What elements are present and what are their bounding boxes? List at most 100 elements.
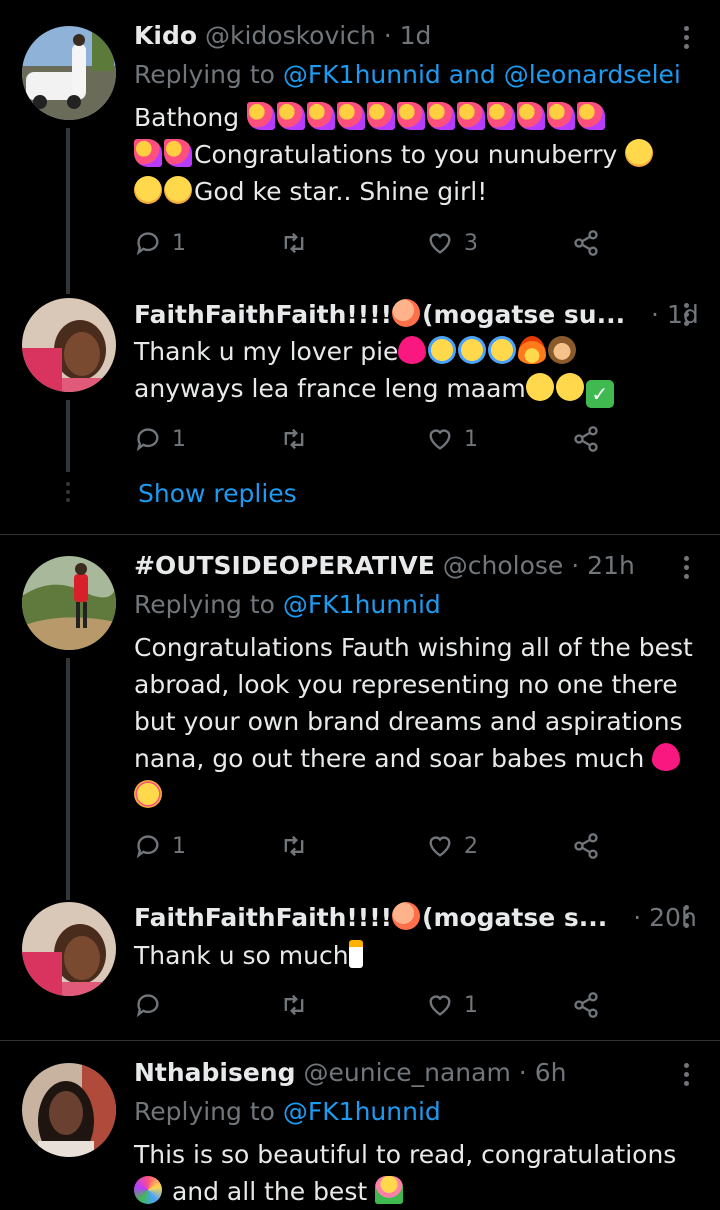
avatar[interactable] [22, 26, 116, 120]
heart-icon [429, 995, 451, 1016]
party-popper-icon [577, 102, 606, 130]
like-count: 1 [464, 426, 478, 452]
thread-line [66, 128, 70, 294]
username[interactable]: @eunice_nanam [304, 1058, 511, 1087]
retweet-icon [284, 232, 304, 254]
reply-icon [136, 994, 159, 1018]
retweet-button[interactable] [280, 226, 318, 260]
more-options-icon[interactable] [684, 556, 690, 583]
timestamp[interactable]: 6h [535, 1058, 567, 1087]
tweet-text: Congratulations Fauth wishing all of the… [134, 629, 704, 814]
like-count: 2 [464, 833, 478, 859]
reply-button[interactable]: 1 [134, 422, 186, 456]
tweet-text-line: Thank u so much [134, 941, 349, 970]
thread-line [66, 658, 70, 900]
more-options-icon[interactable] [684, 1063, 690, 1090]
more-options-icon[interactable] [684, 303, 690, 330]
mention-link[interactable]: @FK1hunnid [283, 590, 441, 619]
like-button[interactable]: 1 [426, 422, 478, 456]
replying-to: Replying to @FK1hunnid and @leonardselei [134, 57, 681, 93]
retweet-button[interactable] [280, 988, 318, 1022]
party-popper-icon [337, 102, 366, 130]
party-popper-icon [307, 102, 336, 130]
timestamp[interactable]: 21h [587, 551, 635, 580]
reply-button[interactable]: 1 [134, 226, 186, 260]
timestamp[interactable]: 1d [667, 300, 699, 329]
reply-button[interactable] [134, 988, 172, 1022]
share-icon [574, 230, 598, 256]
share-button[interactable] [572, 829, 600, 863]
display-name[interactable]: FaithFaithFaith!!!! [134, 300, 392, 329]
candle-icon [348, 940, 363, 968]
party-popper-icon [487, 102, 516, 130]
tweet-header: FaithFaithFaith!!!! (mogatse su... · 1d [134, 297, 699, 333]
display-name[interactable]: Kido [134, 21, 197, 50]
replying-to: Replying to @FK1hunnid [134, 1094, 441, 1130]
party-popper-icon [247, 102, 276, 130]
reply-count: 1 [172, 426, 186, 452]
hugging-face-icon [164, 176, 192, 204]
avatar[interactable] [22, 298, 116, 392]
tweet-text: This is so beautiful to read, congratula… [134, 1136, 704, 1210]
username[interactable]: @cholose [443, 551, 564, 580]
retweet-icon [284, 994, 304, 1016]
more-options-icon[interactable] [684, 26, 690, 53]
retweet-icon [284, 428, 304, 450]
tweet-text: Thank u so much [134, 937, 704, 974]
thread-line [66, 400, 70, 472]
bouquet-icon [375, 1176, 404, 1204]
reply-icon [136, 428, 159, 452]
mention-link[interactable]: @FK1hunnid and @leonardselei [283, 60, 681, 89]
retweet-button[interactable] [280, 829, 318, 863]
mention-link[interactable]: @FK1hunnid [283, 1097, 441, 1126]
avatar[interactable] [22, 902, 116, 996]
avatar[interactable] [22, 1063, 116, 1157]
display-name[interactable]: #OUTSIDEOPERATIVE [134, 551, 435, 580]
reply-count: 1 [172, 230, 186, 256]
dot-separator: · [633, 903, 642, 932]
red-heart-icon [398, 336, 427, 364]
party-popper-icon [547, 102, 576, 130]
display-name-suffix[interactable]: (mogatse s... [422, 903, 607, 932]
peach-icon [392, 299, 421, 327]
show-replies-link[interactable]: Show replies [138, 476, 297, 512]
share-icon [574, 833, 598, 859]
share-button[interactable] [572, 422, 600, 456]
tweet-text-line: and all the best [171, 1177, 368, 1206]
hugging-face-icon [134, 176, 162, 204]
tweet-actions: 1 3 [134, 226, 614, 260]
display-name[interactable]: FaithFaithFaith!!!! [134, 903, 392, 932]
display-name-suffix[interactable]: (mogatse su... [422, 300, 625, 329]
reply-button[interactable]: 1 [134, 829, 186, 863]
avatar[interactable] [22, 556, 116, 650]
tweet-text-line: God ke star.. Shine girl! [194, 177, 488, 206]
retweet-button[interactable] [280, 422, 318, 456]
tweet-text-line: Congratulations Fauth wishing all of the… [134, 633, 693, 662]
share-button[interactable] [572, 988, 600, 1022]
party-popper-icon [134, 139, 162, 167]
username[interactable]: @kidoskovich [205, 21, 376, 50]
see-no-evil-monkey-icon [548, 336, 577, 364]
like-button[interactable]: 3 [426, 226, 478, 260]
hugging-face-icon [625, 139, 654, 167]
replying-to: Replying to @FK1hunnid [134, 587, 441, 623]
like-button[interactable]: 2 [426, 829, 478, 863]
heart-icon [429, 836, 451, 857]
crying-face-icon [488, 336, 517, 364]
party-popper-icon [397, 102, 426, 130]
share-button[interactable] [572, 226, 600, 260]
reply-count: 1 [172, 833, 186, 859]
like-button[interactable]: 1 [426, 988, 478, 1022]
tweet-header: Kido @kidoskovich · 1d [134, 18, 431, 54]
display-name[interactable]: Nthabiseng [134, 1058, 296, 1087]
party-popper-icon [427, 102, 456, 130]
red-heart-icon [652, 743, 681, 771]
relieved-face-icon [555, 373, 584, 401]
more-options-icon[interactable] [684, 905, 690, 932]
tweet-text: Bathong Congratulations to you nunuberry… [134, 99, 704, 210]
tweet-actions: 1 1 [134, 422, 614, 456]
timestamp[interactable]: 1d [400, 21, 432, 50]
tweet-header: FaithFaithFaith!!!! (mogatse s... · 20h [134, 900, 697, 936]
relieved-face-icon [525, 373, 554, 401]
crying-face-icon [458, 336, 487, 364]
